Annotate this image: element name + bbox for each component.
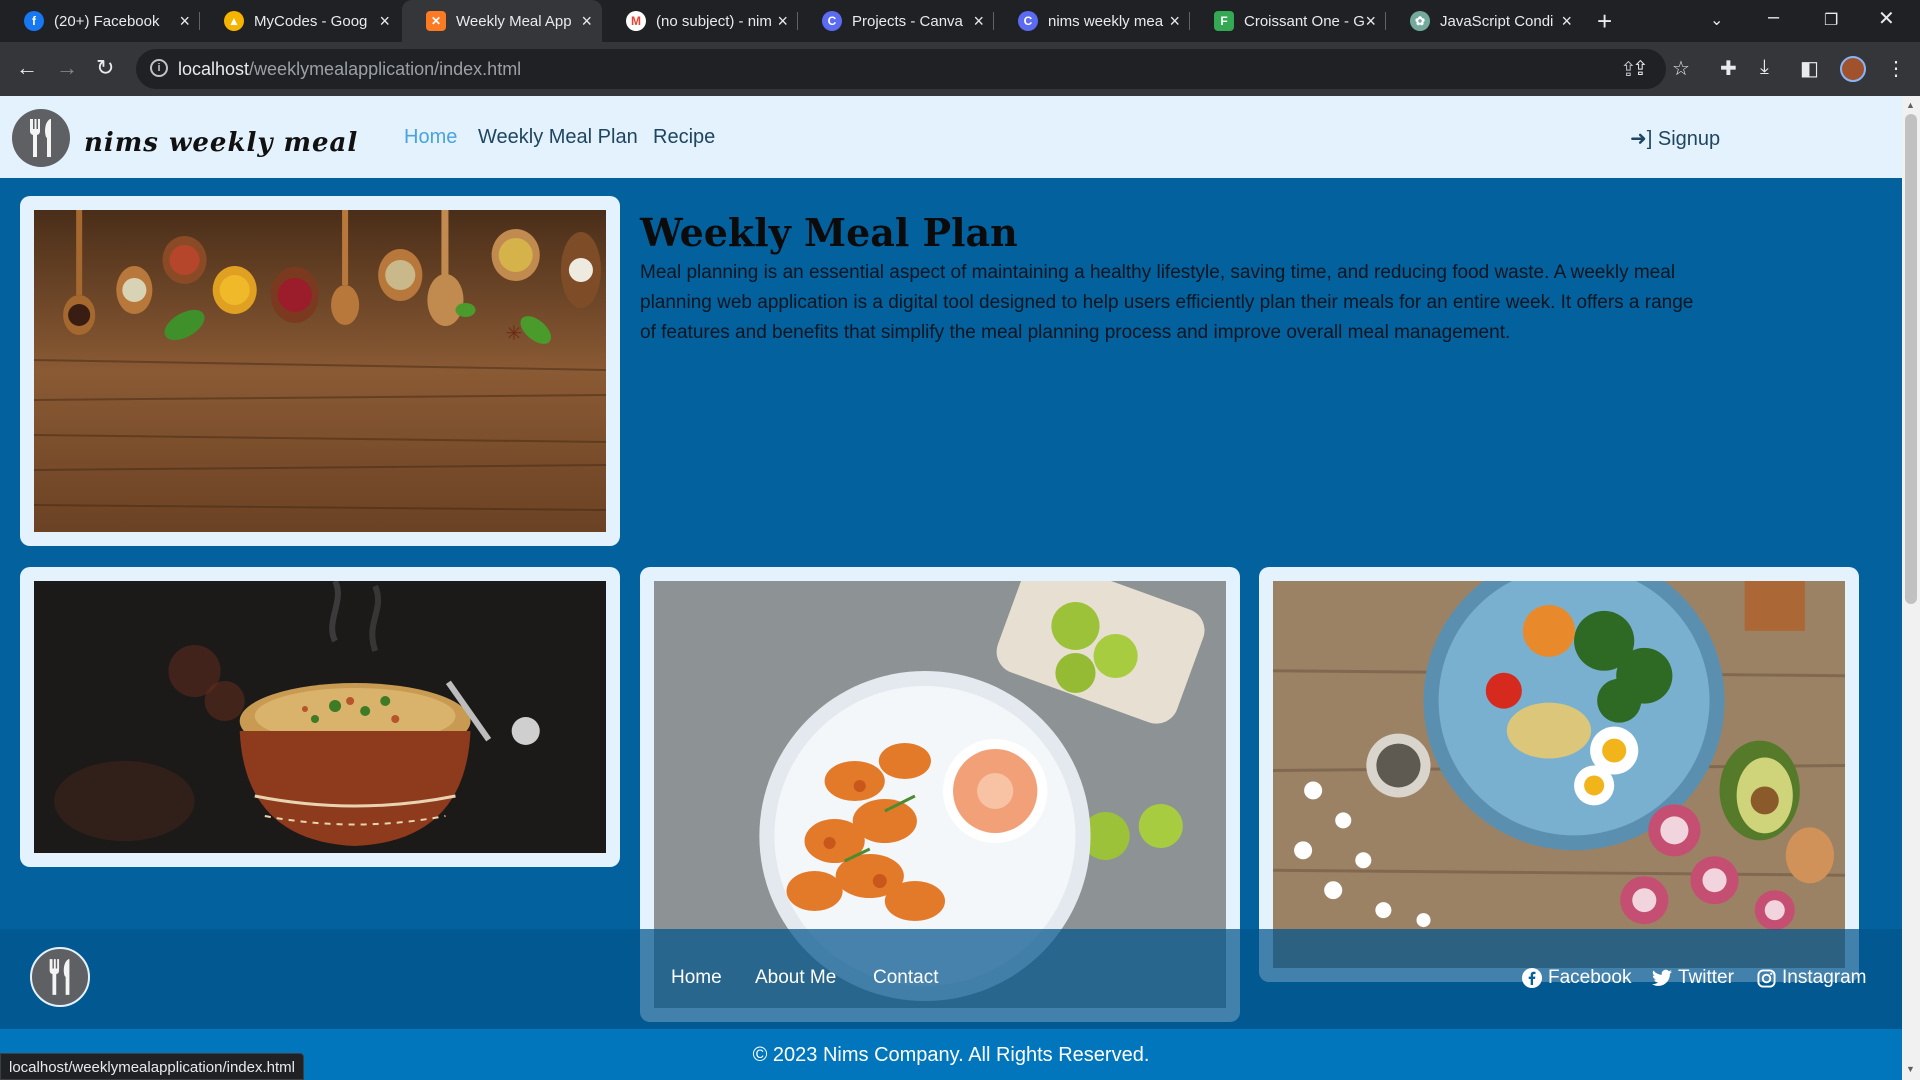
forward-arrow-icon[interactable]: → [56,56,78,80]
close-icon[interactable]: × [1365,11,1376,31]
footer-social-twitter[interactable]: Twitter [1652,967,1734,989]
xampp-icon: ✕ [426,11,446,31]
salad-bowl-image [1272,551,1846,968]
close-icon[interactable]: × [581,11,592,31]
reload-icon[interactable]: ↻ [96,56,114,80]
bookmark-star-icon[interactable]: ☆ [1672,56,1690,81]
footer-link-contact[interactable]: Contact [873,967,938,989]
tab-search-chevron-icon[interactable]: ⌄ [1710,10,1723,30]
address-bar[interactable]: i localhost/weeklymealapplication/index.… [136,49,1666,89]
share-page-icon[interactable]: ⇪ [1632,56,1649,81]
canva-icon: C [1018,11,1038,31]
scrollbar-thumb[interactable] [1905,114,1917,604]
back-arrow-icon[interactable]: ← [16,56,38,80]
facebook-icon [1522,968,1542,988]
site-footer: Home About Me Contact Facebook Twitter I… [0,929,1902,1029]
gmail-icon: M [626,11,646,31]
chatgpt-icon: ✿ [1410,11,1430,31]
brand-name[interactable]: nims weekly meal [84,128,358,158]
google-drive-icon: ▲ [224,11,244,31]
web-page: nims weekly meal Home Weekly Meal Plan R… [0,96,1902,1080]
nav-home[interactable]: Home [404,126,457,149]
spices-card: ✳ [20,196,620,546]
spices-image: ✳ [33,210,607,532]
site-header: nims weekly meal Home Weekly Meal Plan R… [0,96,1902,178]
scroll-up-arrow-icon[interactable]: ▲ [1906,100,1915,110]
footer-social-facebook[interactable]: Facebook [1522,967,1631,989]
profile-avatar[interactable] [1840,56,1866,82]
close-icon[interactable]: × [973,11,984,31]
canva-icon: C [822,11,842,31]
footer-social-instagram[interactable]: Instagram [1757,967,1866,989]
browser-tab-facebook[interactable]: f (20+) Facebook × [0,0,200,42]
browser-tab-canva-projects[interactable]: C Projects - Canva × [798,0,994,42]
nav-weekly-meal-plan[interactable]: Weekly Meal Plan [478,126,638,149]
extensions-puzzle-icon[interactable]: ✚ [1720,56,1737,81]
url-text[interactable]: localhost/weeklymealapplication/index.ht… [178,59,521,80]
intro-paragraph: Meal planning is an essential aspect of … [640,262,1694,343]
biryani-card [20,567,620,867]
link-status-bar: localhost/weeklymealapplication/index.ht… [0,1053,304,1080]
browser-tab-strip: f (20+) Facebook × ▲ MyCodes - Goog × ✕ … [0,0,1920,42]
browser-menu-icon[interactable]: ⋮ [1886,56,1906,81]
side-panel-icon[interactable]: ◧ [1800,56,1819,81]
twitter-bird-icon [1652,969,1672,986]
footer-link-about-me[interactable]: About Me [755,967,836,989]
nav-recipe[interactable]: Recipe [653,126,715,149]
page-scrollbar[interactable]: ▲ ▼ [1902,96,1920,1080]
browser-tab-chatgpt[interactable]: ✿ JavaScript Condi × [1386,0,1582,42]
signup-link[interactable]: ➜] Signup [1630,126,1720,151]
google-fonts-icon: F [1214,11,1234,31]
browser-tab-drive[interactable]: ▲ MyCodes - Goog × [200,0,400,42]
close-icon[interactable]: × [777,11,788,31]
download-icon[interactable]: ⤓ [1760,56,1769,79]
sign-in-arrow-icon: ➜] [1630,128,1653,150]
instagram-icon [1757,968,1776,988]
salad-card [1259,551,1859,982]
browser-tab-gmail[interactable]: M (no subject) - nim × [602,0,798,42]
footer-link-home[interactable]: Home [671,967,722,989]
browser-tab-google-fonts[interactable]: F Croissant One - G × [1190,0,1386,42]
close-icon[interactable]: × [379,11,390,31]
svg-text:✳: ✳ [506,321,523,345]
site-info-icon[interactable]: i [150,59,168,77]
browser-tab-weekly-meal[interactable]: ✕ Weekly Meal App × [402,0,602,42]
facebook-icon: f [24,11,44,31]
page-title: Weekly Meal Plan [640,210,1018,255]
minimize-icon[interactable]: – [1768,6,1779,29]
biryani-image [34,579,606,853]
close-icon[interactable]: × [1169,11,1180,31]
window-close-icon[interactable]: ✕ [1878,6,1895,31]
fork-knife-logo-icon[interactable] [12,109,70,167]
close-icon[interactable]: × [179,11,190,31]
browser-tab-canva-design[interactable]: C nims weekly mea × [994,0,1190,42]
footer-fork-knife-logo-icon[interactable] [30,947,90,1007]
close-icon[interactable]: × [1561,11,1572,31]
scroll-down-arrow-icon[interactable]: ▼ [1906,1064,1915,1074]
new-tab-plus-icon[interactable]: + [1597,6,1612,37]
restore-icon[interactable]: ❐ [1824,10,1838,30]
